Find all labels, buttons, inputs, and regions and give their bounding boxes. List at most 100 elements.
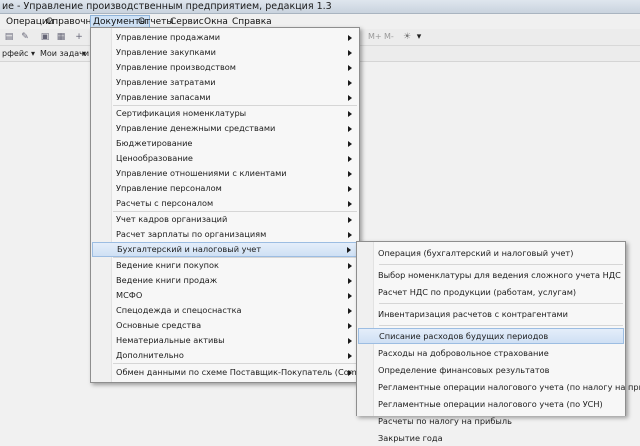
menu-item-label: Управление производством — [116, 62, 236, 72]
submenu-item-financial-results[interactable]: Определение финансовых результатов — [358, 362, 624, 378]
menu-item-label: Регламентные операции налогового учета (… — [378, 382, 640, 392]
submenu-arrow-icon — [348, 201, 352, 207]
submenu-item-profit-tax-calc[interactable]: Расчеты по налогу на прибыль — [358, 413, 624, 429]
menu-item-label: Управление денежными средствами — [116, 123, 276, 133]
menu-item-label: Списание расходов будущих периодов — [379, 331, 549, 341]
menu-item-intangible-assets[interactable]: Нематериальные активы — [92, 333, 358, 348]
menu-item-workwear[interactable]: Спецодежда и спецоснастка — [92, 303, 358, 318]
menu-item-label: Основные средства — [116, 320, 202, 330]
menu-item-sales-book[interactable]: Ведение книги продаж — [92, 273, 358, 288]
submenu-item-usn-tax-ops[interactable]: Регламентные операции налогового учета (… — [358, 396, 624, 412]
submenu-arrow-icon — [348, 308, 352, 314]
submenu-item-voluntary-insurance[interactable]: Расходы на добровольное страхование — [358, 345, 624, 361]
menu-item-fixed-assets[interactable]: Основные средства — [92, 318, 358, 333]
menu-separator — [379, 303, 623, 304]
menu-item-staff-records[interactable]: Учет кадров организаций — [92, 212, 358, 227]
menu-item-production[interactable]: Управление производством — [92, 60, 358, 75]
menu-item-label: Управление персоналом — [116, 183, 222, 193]
interface-dropdown[interactable]: рфейс ▾ — [2, 48, 35, 59]
menu-item-label: Регламентные операции налогового учета (… — [378, 399, 603, 409]
submenu-arrow-icon — [348, 65, 352, 71]
menu-item-hr[interactable]: Управление персоналом — [92, 181, 358, 196]
menu-item-label: Расчеты по налогу на прибыль — [378, 416, 512, 426]
add-icon[interactable]: + — [74, 32, 84, 42]
menu-item-commerceml[interactable]: Обмен данными по схеме Поставщик-Покупат… — [92, 365, 397, 380]
submenu-arrow-icon — [348, 353, 352, 359]
menu-item-inventory[interactable]: Управление запасами — [92, 90, 358, 105]
menu-item-label: Инвентаризация расчетов с контрагентами — [378, 309, 568, 319]
lightbulb-icon[interactable]: ☀ — [402, 32, 412, 42]
submenu-arrow-icon — [348, 50, 352, 56]
accounting-submenu: Операция (бухгалтерский и налоговый учет… — [356, 241, 640, 443]
submenu-arrow-icon — [348, 278, 352, 284]
menu-item-label: Спецодежда и спецоснастка — [116, 305, 242, 315]
menu-item-sales[interactable]: Управление продажами — [92, 30, 358, 45]
menu-item-crm[interactable]: Управление отношениями с клиентами — [92, 166, 358, 181]
submenu-item-year-closing[interactable]: Закрытие года — [358, 430, 624, 446]
menu-item-label: Ведение книги продаж — [116, 275, 218, 285]
menu-item-pricing[interactable]: Ценообразование — [92, 151, 358, 166]
chevron-down-icon[interactable]: ▾ — [414, 32, 424, 42]
menu-item-purchase-book[interactable]: Ведение книги покупок — [92, 258, 358, 273]
submenu-item-vat-calculation[interactable]: Расчет НДС по продукции (работам, услуга… — [358, 284, 624, 300]
window-titlebar: ие - Управление производственным предпри… — [0, 0, 640, 14]
menu-item-costs[interactable]: Управление затратами — [92, 75, 358, 90]
menu-item-additional[interactable]: Дополнительно — [92, 348, 358, 363]
copy-icon[interactable]: ▤ — [4, 32, 14, 42]
submenu-arrow-icon — [347, 247, 351, 253]
submenu-arrow-icon — [348, 186, 352, 192]
menu-item-cash[interactable]: Управление денежными средствами — [92, 121, 358, 136]
window-title: ие - Управление производственным предпри… — [2, 1, 332, 12]
menu-item-label: Ведение книги покупок — [116, 260, 219, 270]
menu-item-budgeting[interactable]: Бюджетирование — [92, 136, 358, 151]
submenu-item-operation[interactable]: Операция (бухгалтерский и налоговый учет… — [358, 245, 624, 261]
menu-item-label: Учет кадров организаций — [116, 214, 228, 224]
menu-item-label: Нематериальные активы — [116, 335, 225, 345]
submenu-arrow-icon — [348, 217, 352, 223]
menu-item-label: Закрытие года — [378, 433, 443, 443]
menu-item-purchases[interactable]: Управление закупками — [92, 45, 358, 60]
menu-item-label: Управление запасами — [116, 92, 211, 102]
memory-plus-button[interactable]: M+ — [368, 31, 382, 43]
submenu-arrow-icon — [348, 232, 352, 238]
documents-menu: Управление продажами Управление закупкам… — [90, 27, 397, 383]
menu-item-label: Бухгалтерский и налоговый учет — [117, 244, 262, 254]
submenu-item-vat-nomenclature[interactable]: Выбор номенклатуры для ведения сложного … — [358, 267, 624, 283]
menu-separator — [379, 325, 623, 326]
menu-item-label: Сертификация номенклатуры — [116, 108, 247, 118]
menu-item-label: Управление закупками — [116, 47, 216, 57]
menu-item-ifrs[interactable]: МСФО — [92, 288, 358, 303]
menu-item-certification[interactable]: Сертификация номенклатуры — [92, 106, 358, 121]
edit-icon[interactable]: ✎ — [20, 32, 30, 42]
menu-item-label: Расчеты с персоналом — [116, 198, 214, 208]
submenu-arrow-icon — [348, 95, 352, 101]
submenu-arrow-icon — [348, 171, 352, 177]
menu-item-label: Дополнительно — [116, 350, 184, 360]
memory-minus-button[interactable]: M- — [384, 31, 394, 43]
print-icon[interactable]: ▣ — [40, 32, 50, 42]
submenu-item-deferred-expenses[interactable]: Списание расходов будущих периодов — [358, 328, 624, 344]
submenu-arrow-icon — [348, 80, 352, 86]
menu-item-label: Определение финансовых результатов — [378, 365, 550, 375]
preview-icon[interactable]: ▦ — [56, 32, 66, 42]
submenu-arrow-icon — [348, 156, 352, 162]
menu-item-accounting[interactable]: Бухгалтерский и налоговый учет — [92, 242, 358, 257]
menu-item-label: Операция (бухгалтерский и налоговый учет… — [378, 248, 574, 258]
menu-item-label: Выбор номенклатуры для ведения сложного … — [378, 270, 621, 280]
menu-item-org-payroll[interactable]: Расчет зарплаты по организациям — [92, 227, 358, 242]
submenu-arrow-icon — [348, 338, 352, 344]
menu-separator — [113, 363, 357, 364]
menu-item-payroll[interactable]: Расчеты с персоналом — [92, 196, 358, 211]
submenu-arrow-icon — [348, 323, 352, 329]
menu-item-label: Ценообразование — [116, 153, 193, 163]
submenu-arrow-icon — [348, 263, 352, 269]
submenu-item-profit-tax-ops[interactable]: Регламентные операции налогового учета (… — [358, 379, 640, 395]
menu-item-label: Расчет зарплаты по организациям — [116, 229, 267, 239]
menu-item-label: МСФО — [116, 290, 143, 300]
submenu-item-inventory-settlements[interactable]: Инвентаризация расчетов с контрагентами — [358, 306, 624, 322]
chevron-down-icon[interactable]: ▾ — [82, 48, 86, 59]
submenu-arrow-icon — [348, 111, 352, 117]
submenu-arrow-icon — [348, 35, 352, 41]
menu-item-label: Управление продажами — [116, 32, 221, 42]
menu-item-label: Расчет НДС по продукции (работам, услуга… — [378, 287, 577, 297]
